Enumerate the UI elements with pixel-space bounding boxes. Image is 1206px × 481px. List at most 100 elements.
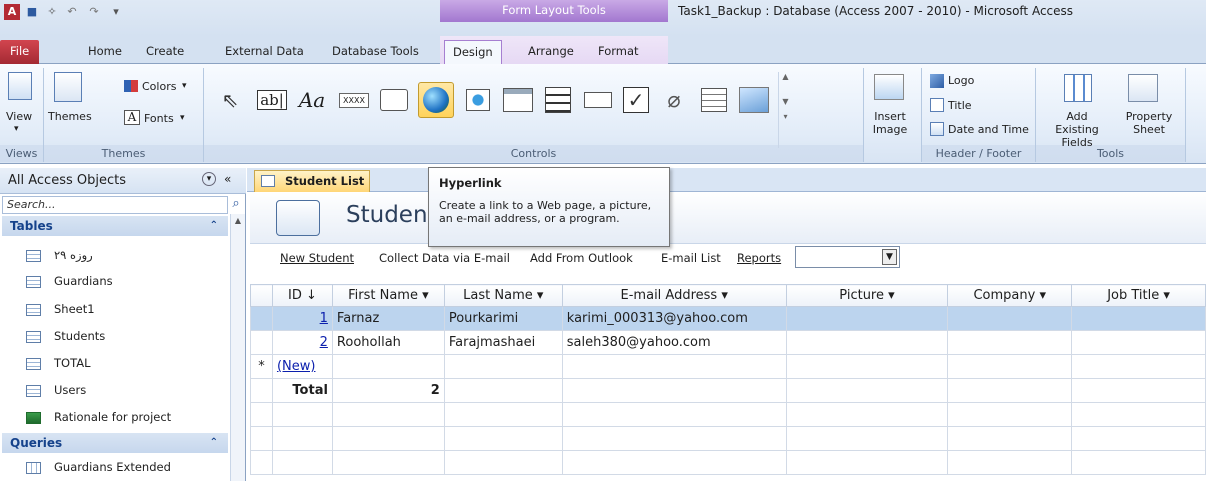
table-row[interactable]: 2 Roohollah Farajmashaei saleh380@yahoo.… bbox=[250, 330, 1206, 355]
property-sheet-button[interactable]: Property Sheet bbox=[1116, 110, 1182, 136]
column-header-id[interactable]: ID ↓ bbox=[271, 284, 333, 307]
button-control-icon[interactable]: XXXX bbox=[336, 82, 372, 118]
list-box-icon[interactable] bbox=[696, 82, 732, 118]
collapse-chevron-icon[interactable]: ⌃ bbox=[210, 433, 218, 453]
nav-scrollbar[interactable]: ▲ bbox=[230, 214, 245, 481]
last-name-cell[interactable]: Farajmashaei bbox=[443, 330, 563, 355]
colors-dropdown-icon[interactable]: ▾ bbox=[182, 80, 187, 93]
column-dropdown-icon[interactable]: ▾ bbox=[1039, 288, 1046, 303]
controls-gallery-scroll[interactable]: ▲ ▼ ▾ bbox=[778, 72, 792, 148]
company-cell[interactable] bbox=[947, 330, 1073, 355]
column-dropdown-icon[interactable]: ▾ bbox=[422, 288, 429, 303]
nav-item-sheet1[interactable]: Sheet1 bbox=[2, 296, 228, 323]
job-title-cell[interactable] bbox=[1071, 354, 1206, 379]
column-dropdown-icon[interactable]: ▾ bbox=[888, 288, 895, 303]
first-name-cell[interactable] bbox=[331, 354, 445, 379]
option-group-icon[interactable] bbox=[540, 82, 576, 118]
nav-section-tables[interactable]: Tables ⌃ bbox=[2, 216, 228, 236]
column-header-picture[interactable]: Picture ▾ bbox=[785, 284, 949, 307]
nav-item-29-roozeh[interactable]: ۲۹ روزه bbox=[2, 242, 228, 269]
date-time-button[interactable]: Date and Time bbox=[948, 123, 1029, 136]
nav-search-input[interactable]: Search... bbox=[2, 196, 228, 214]
select-all-cell[interactable] bbox=[250, 284, 273, 307]
company-cell[interactable] bbox=[947, 354, 1073, 379]
view-dropdown-icon[interactable]: ▾ bbox=[14, 123, 19, 136]
attachment-icon[interactable]: ⌀ bbox=[656, 82, 692, 118]
job-title-cell[interactable] bbox=[1071, 330, 1206, 355]
add-existing-fields-icon[interactable] bbox=[1064, 74, 1092, 102]
fonts-button[interactable]: Fonts bbox=[144, 112, 174, 125]
label-control-icon[interactable]: Aa bbox=[294, 82, 330, 118]
record-id-link[interactable]: 1 bbox=[320, 311, 328, 326]
nav-menu-chevron-icon[interactable]: ▾ bbox=[202, 172, 216, 186]
add-existing-fields-button[interactable]: Add Existing Fields bbox=[1044, 110, 1110, 149]
nav-section-queries[interactable]: Queries ⌃ bbox=[2, 433, 228, 453]
image-control-icon[interactable] bbox=[736, 82, 772, 118]
id-cell[interactable]: 1 bbox=[271, 306, 333, 331]
reports-combo-box[interactable]: ▼ bbox=[795, 246, 900, 268]
column-header-company[interactable]: Company ▾ bbox=[947, 284, 1073, 307]
job-title-cell[interactable] bbox=[1071, 306, 1206, 331]
page-break-icon[interactable] bbox=[580, 82, 616, 118]
check-box-icon[interactable]: ✓ bbox=[618, 82, 654, 118]
themes-icon[interactable] bbox=[54, 72, 82, 102]
customize-qat-icon[interactable]: ▾ bbox=[108, 5, 124, 19]
picture-cell[interactable] bbox=[785, 354, 949, 379]
company-cell[interactable] bbox=[947, 306, 1073, 331]
collapse-chevron-icon[interactable]: ⌃ bbox=[210, 216, 218, 236]
save-icon[interactable]: ■ bbox=[24, 5, 40, 19]
search-icon[interactable]: ⌕ bbox=[228, 196, 244, 214]
tab-file[interactable]: File bbox=[0, 40, 40, 64]
column-dropdown-icon[interactable]: ▾ bbox=[1163, 288, 1170, 303]
last-name-cell[interactable]: Pourkarimi bbox=[443, 306, 563, 331]
nav-item-users[interactable]: Users bbox=[2, 377, 228, 404]
column-header-email-address[interactable]: E-mail Address ▾ bbox=[561, 284, 787, 307]
reports-link[interactable]: Reports bbox=[737, 251, 781, 265]
colors-button[interactable]: Colors bbox=[142, 80, 176, 93]
row-selector[interactable] bbox=[250, 330, 273, 355]
undo-icon[interactable]: ↶ bbox=[64, 5, 80, 19]
logo-button[interactable]: Logo bbox=[948, 74, 974, 87]
sort-dropdown-icon[interactable]: ↓ bbox=[306, 288, 317, 303]
tab-arrange[interactable]: Arrange bbox=[520, 40, 582, 64]
access-app-icon[interactable]: A bbox=[4, 4, 20, 20]
tab-format[interactable]: Format bbox=[590, 40, 647, 64]
tab-create[interactable]: Create bbox=[138, 40, 192, 64]
property-sheet-icon[interactable] bbox=[1128, 74, 1158, 102]
document-tab-student-list[interactable]: Student List bbox=[254, 170, 370, 192]
shutter-bar-close-icon[interactable]: « bbox=[224, 172, 231, 186]
select-pointer-icon[interactable]: ⇖ bbox=[212, 82, 248, 118]
nav-item-guardians[interactable]: Guardians bbox=[2, 268, 228, 295]
tab-home[interactable]: Home bbox=[80, 40, 130, 64]
combo-dropdown-icon[interactable]: ▼ bbox=[882, 249, 897, 265]
tab-external-data[interactable]: External Data bbox=[217, 40, 312, 64]
web-browser-control-icon[interactable] bbox=[460, 82, 496, 118]
first-name-cell[interactable]: Roohollah bbox=[331, 330, 445, 355]
id-cell[interactable]: 2 bbox=[271, 330, 333, 355]
email-cell[interactable] bbox=[561, 354, 787, 379]
tab-control-icon[interactable] bbox=[376, 82, 412, 118]
nav-pane-header[interactable]: All Access Objects ▾ « bbox=[0, 168, 246, 194]
title-button[interactable]: Title bbox=[948, 99, 972, 112]
picture-cell[interactable] bbox=[785, 330, 949, 355]
new-student-link[interactable]: New Student bbox=[280, 251, 354, 265]
nav-item-total[interactable]: TOTAL bbox=[2, 350, 228, 377]
add-from-outlook-link[interactable]: Add From Outlook bbox=[530, 251, 633, 265]
nav-item-rationale-for-project[interactable]: Rationale for project bbox=[2, 404, 228, 431]
nav-item-students[interactable]: Students bbox=[2, 323, 228, 350]
navigation-control-icon[interactable] bbox=[500, 82, 536, 118]
column-header-first-name[interactable]: First Name ▾ bbox=[331, 284, 445, 307]
themes-button[interactable]: Themes bbox=[48, 110, 92, 123]
id-cell[interactable]: (New) bbox=[271, 354, 333, 379]
column-dropdown-icon[interactable]: ▾ bbox=[721, 288, 728, 303]
column-dropdown-icon[interactable]: ▾ bbox=[537, 288, 544, 303]
nav-item-guardians-extended[interactable]: Guardians Extended bbox=[2, 454, 228, 481]
new-record-link[interactable]: (New) bbox=[277, 359, 316, 374]
row-selector[interactable] bbox=[250, 306, 273, 331]
fonts-dropdown-icon[interactable]: ▾ bbox=[180, 112, 185, 125]
last-name-cell[interactable] bbox=[443, 354, 563, 379]
table-row[interactable]: 1 Farnaz Pourkarimi karimi_000313@yahoo.… bbox=[250, 306, 1206, 331]
column-header-last-name[interactable]: Last Name ▾ bbox=[443, 284, 563, 307]
view-icon[interactable] bbox=[8, 72, 32, 100]
view-button[interactable]: View bbox=[6, 110, 32, 123]
